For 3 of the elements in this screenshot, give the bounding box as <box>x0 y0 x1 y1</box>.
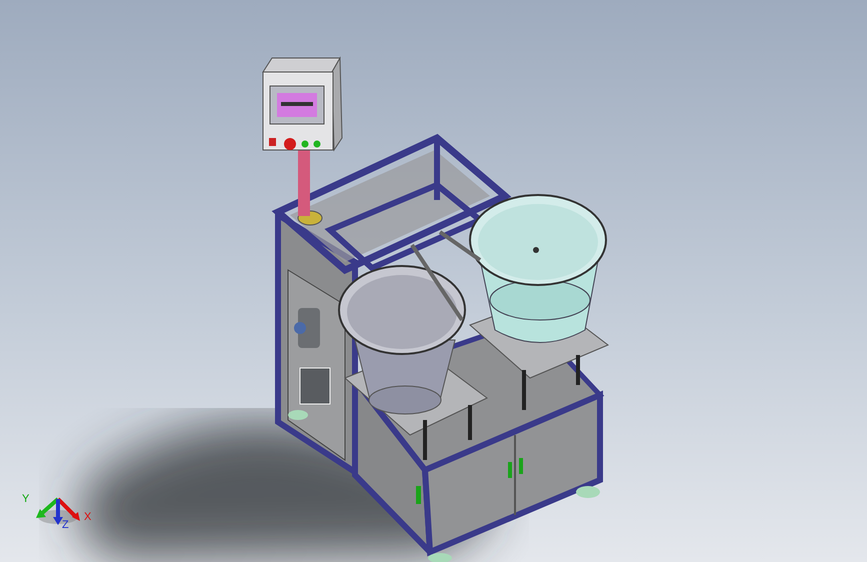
y-axis-label: Y <box>22 494 30 505</box>
x-axis-label: X <box>84 512 92 523</box>
z-axis-label: Z <box>62 520 69 531</box>
